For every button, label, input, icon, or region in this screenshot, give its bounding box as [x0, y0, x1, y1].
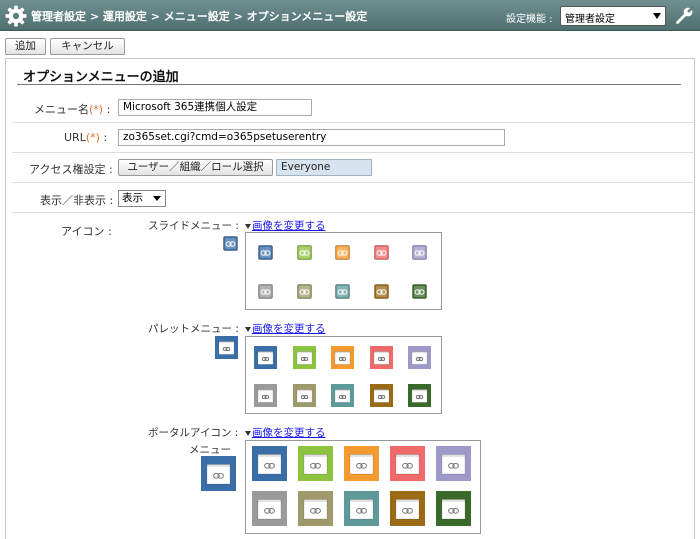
slide-menu-label: スライドメニュー : — [148, 220, 239, 232]
slide-menu-option-icon[interactable] — [373, 245, 389, 260]
palette-menu-option-icon[interactable] — [331, 346, 354, 369]
portal-option-icon[interactable] — [298, 446, 333, 481]
portal-current-icon — [201, 456, 236, 491]
palette-menu-option-icon[interactable] — [369, 384, 393, 407]
portal-menu-label: メニュー — [189, 444, 231, 456]
portal-option-icon[interactable] — [298, 491, 333, 526]
slide-menu-option-icon[interactable] — [412, 245, 427, 260]
slide-current-icon — [223, 236, 238, 251]
function-label: 設定機能 : — [506, 14, 553, 25]
palette-menu-option-icon[interactable] — [254, 384, 277, 407]
palette-change-link[interactable]: 画像を変更する — [245, 321, 326, 336]
triangle-down-icon — [245, 326, 251, 332]
menu-name-input[interactable]: Microsoft 365連携個人設定 — [118, 99, 312, 116]
slide-menu-option-icon[interactable] — [296, 284, 312, 299]
slide-menu-option-icon[interactable] — [373, 284, 389, 299]
slide-menu-option-icon[interactable] — [296, 245, 312, 260]
gear-icon — [5, 5, 27, 27]
triangle-down-icon — [245, 223, 251, 229]
palette-menu-label: パレットメニュー : — [148, 323, 239, 335]
palette-menu-option-icon[interactable] — [408, 384, 431, 407]
required-mark: (*) — [85, 131, 100, 144]
cancel-button[interactable]: キャンセル — [50, 38, 125, 55]
page-title: オプションメニューの追加 — [23, 70, 179, 85]
visibility-label: 表示／非表示 : — [40, 194, 114, 207]
icon-label: アイコン : — [61, 225, 112, 238]
palette-menu-option-icon[interactable] — [254, 346, 277, 369]
divider — [12, 212, 695, 213]
visibility-value: 表示 — [122, 192, 143, 204]
portal-option-icon[interactable] — [390, 446, 425, 481]
palette-menu-option-icon[interactable] — [292, 346, 316, 369]
portal-option-icon[interactable] — [252, 491, 287, 526]
function-select[interactable]: 管理者設定 — [560, 6, 666, 26]
portal-option-icon[interactable] — [344, 491, 379, 526]
palette-menu-option-icon[interactable] — [292, 384, 316, 407]
portal-change-link[interactable]: 画像を変更する — [245, 425, 326, 440]
visibility-select[interactable]: 表示 — [118, 190, 166, 207]
required-mark: (*) — [89, 103, 104, 116]
palette-menu-option-icon[interactable] — [369, 346, 393, 369]
wrench-icon[interactable] — [674, 5, 695, 26]
slide-change-link[interactable]: 画像を変更する — [245, 218, 326, 233]
slide-menu-option-icon[interactable] — [335, 245, 350, 260]
divider — [12, 152, 695, 153]
header-bar: 管理者設定 > 運用設定 > メニュー設定 > オプションメニュー設定 設定機能… — [0, 0, 700, 31]
select-principal-button[interactable]: ユーザー／組織／ロール選択 — [118, 159, 273, 176]
portal-option-icon[interactable] — [390, 491, 425, 526]
slide-menu-option-icon[interactable] — [258, 245, 273, 260]
slide-menu-option-icon[interactable] — [258, 284, 273, 299]
access-label: アクセス権設定 : — [29, 163, 113, 176]
title-divider — [17, 84, 681, 85]
url-input[interactable]: zo365set.cgi?cmd=o365psetuserentry — [118, 129, 505, 146]
function-select-value: 管理者設定 — [565, 14, 615, 25]
breadcrumb: 管理者設定 > 運用設定 > メニュー設定 > オプションメニュー設定 — [31, 10, 368, 23]
slide-menu-option-icon[interactable] — [412, 284, 427, 299]
portal-option-icon[interactable] — [344, 446, 379, 481]
chevron-down-icon — [153, 196, 161, 201]
add-button[interactable]: 追加 — [5, 38, 46, 55]
slide-menu-option-icon[interactable] — [335, 284, 350, 299]
menu-name-label: メニュー名(*) : — [34, 103, 111, 116]
palette-menu-option-icon[interactable] — [331, 384, 354, 407]
access-value: Everyone — [276, 159, 372, 176]
divider — [12, 182, 695, 183]
portal-option-icon[interactable] — [436, 491, 471, 526]
portal-option-icon[interactable] — [252, 446, 287, 481]
portal-icon-label: ポータルアイコン : — [148, 427, 239, 439]
chevron-down-icon — [653, 13, 661, 19]
palette-menu-option-icon[interactable] — [408, 346, 431, 369]
triangle-down-icon — [245, 430, 251, 436]
portal-option-icon[interactable] — [436, 446, 471, 481]
url-label: URL(*) : — [64, 131, 108, 144]
palette-current-icon — [215, 336, 238, 359]
divider — [12, 122, 695, 123]
